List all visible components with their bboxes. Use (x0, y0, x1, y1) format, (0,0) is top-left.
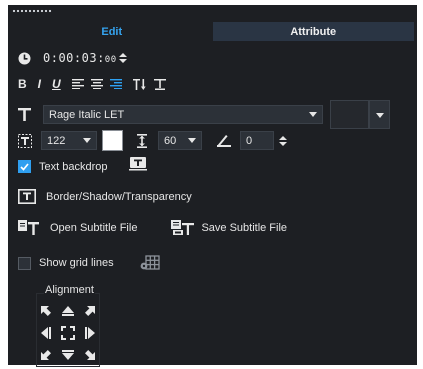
italic-button[interactable]: I (38, 77, 41, 91)
chevron-down-icon (376, 113, 384, 118)
tab-attribute[interactable]: Attribute (212, 22, 414, 41)
formatting-toolbar: B I U (18, 77, 166, 91)
line-spacing-icon (136, 133, 148, 148)
rotation-angle-value: 0 (246, 134, 253, 147)
show-grid-row: Show grid lines (18, 255, 160, 271)
show-grid-checkbox[interactable] (18, 256, 31, 270)
align-bottom-left-icon[interactable] (35, 344, 57, 366)
rotation-angle-icon (217, 134, 231, 147)
line-spacing-value: 60 (164, 134, 177, 147)
drag-grip-handle[interactable] (12, 9, 52, 13)
grid-settings-icon[interactable] (140, 255, 160, 271)
subtitle-file-row: Open Subtitle File Save Subtitle File (18, 220, 287, 236)
chevron-down-icon (83, 138, 91, 143)
text-color-swatch[interactable] (102, 130, 123, 151)
duration-spinner[interactable] (118, 53, 127, 63)
border-shadow-row[interactable]: Border/Shadow/Transparency (18, 189, 192, 204)
align-bottom-right-icon[interactable] (79, 344, 101, 366)
line-spacing-dropdown[interactable]: 60 (158, 131, 202, 150)
underline-button[interactable]: U (52, 77, 61, 91)
rotation-angle-spinner[interactable] (279, 135, 287, 146)
align-top-center-icon[interactable] (57, 300, 79, 322)
align-left-icon[interactable] (71, 79, 84, 89)
alignment-title: Alignment (44, 284, 95, 296)
rotation-angle-input[interactable]: 0 (240, 131, 274, 150)
align-top-left-icon[interactable] (35, 300, 57, 322)
align-middle-right-icon[interactable] (79, 322, 101, 344)
chevron-down-icon (188, 138, 196, 143)
font-size-value: 122 (47, 134, 66, 147)
align-right-icon[interactable] (109, 79, 122, 89)
duration-row: 0:00:03:00 (18, 51, 127, 65)
show-grid-label: Show grid lines (39, 257, 114, 269)
backdrop-settings-icon[interactable] (129, 157, 148, 172)
vertical-text-icon[interactable] (132, 78, 147, 90)
border-shadow-icon[interactable] (18, 189, 36, 204)
align-bottom-center-icon[interactable] (57, 344, 79, 366)
align-center-icon[interactable] (90, 79, 103, 89)
save-subtitle-button[interactable]: Save Subtitle File (201, 222, 287, 234)
title-options-panel: Edit Attribute 0:00:03:00 B I U Rage Ita… (8, 5, 417, 367)
text-flip-icon[interactable] (153, 78, 166, 90)
duration-timecode[interactable]: 0:00:03:00 (43, 51, 117, 65)
font-family-value: Rage Italic LET (49, 108, 125, 121)
chevron-down-icon (309, 112, 317, 117)
border-shadow-label[interactable]: Border/Shadow/Transparency (46, 191, 192, 203)
align-top-right-icon[interactable] (79, 300, 101, 322)
text-backdrop-checkbox[interactable] (18, 160, 31, 173)
font-size-icon (18, 133, 32, 148)
alignment-grid (35, 300, 101, 366)
text-backdrop-label: Text backdrop (39, 160, 108, 173)
save-subtitle-icon[interactable] (171, 220, 195, 236)
text-backdrop-row: Text backdrop (18, 157, 148, 173)
open-subtitle-button[interactable]: Open Subtitle File (50, 222, 137, 234)
bold-button[interactable]: B (18, 77, 27, 91)
align-middle-left-icon[interactable] (35, 322, 57, 344)
tab-bar: Edit Attribute (11, 22, 414, 41)
font-icon (18, 108, 31, 121)
font-family-dropdown[interactable]: Rage Italic LET (43, 105, 323, 124)
font-row: Rage Italic LET (18, 105, 323, 124)
clock-icon (18, 52, 31, 65)
align-center-icon[interactable] (57, 322, 79, 344)
open-subtitle-icon[interactable] (18, 220, 40, 236)
timecode-frames: 00 (104, 55, 117, 65)
font-color-dropdown-button[interactable] (369, 100, 390, 129)
font-size-dropdown[interactable]: 122 (41, 131, 97, 150)
size-row: 122 60 0 (18, 130, 287, 151)
tab-edit[interactable]: Edit (11, 22, 213, 41)
timecode-main: 0:00:03: (43, 51, 105, 65)
font-color-swatch[interactable] (330, 100, 369, 129)
